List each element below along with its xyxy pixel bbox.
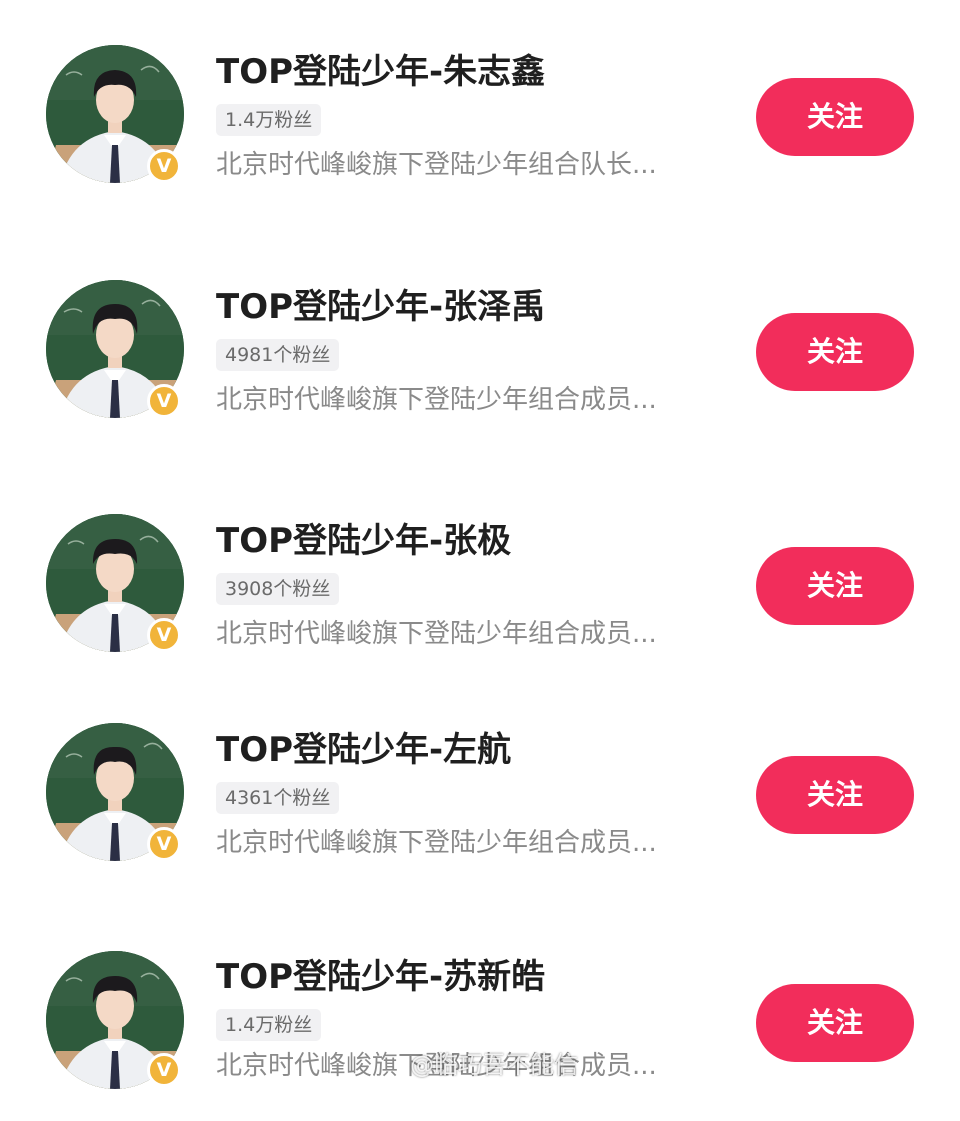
account-description: 北京时代峰峻旗下登陆少年组合成员... — [216, 385, 657, 415]
account-name[interactable]: TOP登陆少年-张极 — [216, 521, 511, 561]
fans-count: 1.4万粉丝 — [216, 104, 322, 136]
fans-count: 4361个粉丝 — [216, 782, 340, 814]
follow-button[interactable]: 关注 — [756, 756, 914, 834]
fans-count: 4981个粉丝 — [216, 339, 340, 371]
follow-button[interactable]: 关注 — [756, 547, 914, 625]
account-list: V TOP登陆少年-朱志鑫 1.4万粉丝 北京时代峰峻旗下登陆少年组合队长...… — [0, 0, 960, 1089]
account-row[interactable]: V TOP登陆少年-朱志鑫 1.4万粉丝 北京时代峰峻旗下登陆少年组合队长...… — [0, 45, 960, 215]
account-name[interactable]: TOP登陆少年-左航 — [216, 730, 511, 770]
account-description: 北京时代峰峻旗下登陆少年组合队长... — [216, 150, 657, 180]
account-row[interactable]: V TOP登陆少年-左航 4361个粉丝 北京时代峰峻旗下登陆少年组合成员...… — [0, 723, 960, 893]
verified-badge-icon: V — [147, 827, 181, 861]
account-row[interactable]: V TOP登陆少年-张泽禹 4981个粉丝 北京时代峰峻旗下登陆少年组合成员..… — [0, 280, 960, 450]
follow-button[interactable]: 关注 — [756, 984, 914, 1062]
account-name[interactable]: TOP登陆少年-朱志鑫 — [216, 52, 545, 92]
account-row[interactable]: V TOP登陆少年-张极 3908个粉丝 北京时代峰峻旗下登陆少年组合成员...… — [0, 514, 960, 684]
fans-count: 3908个粉丝 — [216, 573, 340, 605]
account-description: 北京时代峰峻旗下登陆少年组合成员... — [216, 619, 657, 649]
verified-badge-icon: V — [147, 1053, 181, 1087]
weibo-watermark: @临巧吾不能信 — [410, 1051, 578, 1079]
account-row[interactable]: V TOP登陆少年-苏新皓 1.4万粉丝 北京时代峰峻旗下登陆少年组合成员...… — [0, 951, 960, 1121]
verified-badge-icon: V — [147, 618, 181, 652]
follow-button[interactable]: 关注 — [756, 313, 914, 391]
account-description: 北京时代峰峻旗下登陆少年组合成员... — [216, 828, 657, 858]
verified-badge-icon: V — [147, 384, 181, 418]
account-name[interactable]: TOP登陆少年-张泽禹 — [216, 287, 545, 327]
follow-button[interactable]: 关注 — [756, 78, 914, 156]
account-name[interactable]: TOP登陆少年-苏新皓 — [216, 957, 545, 997]
fans-count: 1.4万粉丝 — [216, 1009, 322, 1041]
verified-badge-icon: V — [147, 149, 181, 183]
